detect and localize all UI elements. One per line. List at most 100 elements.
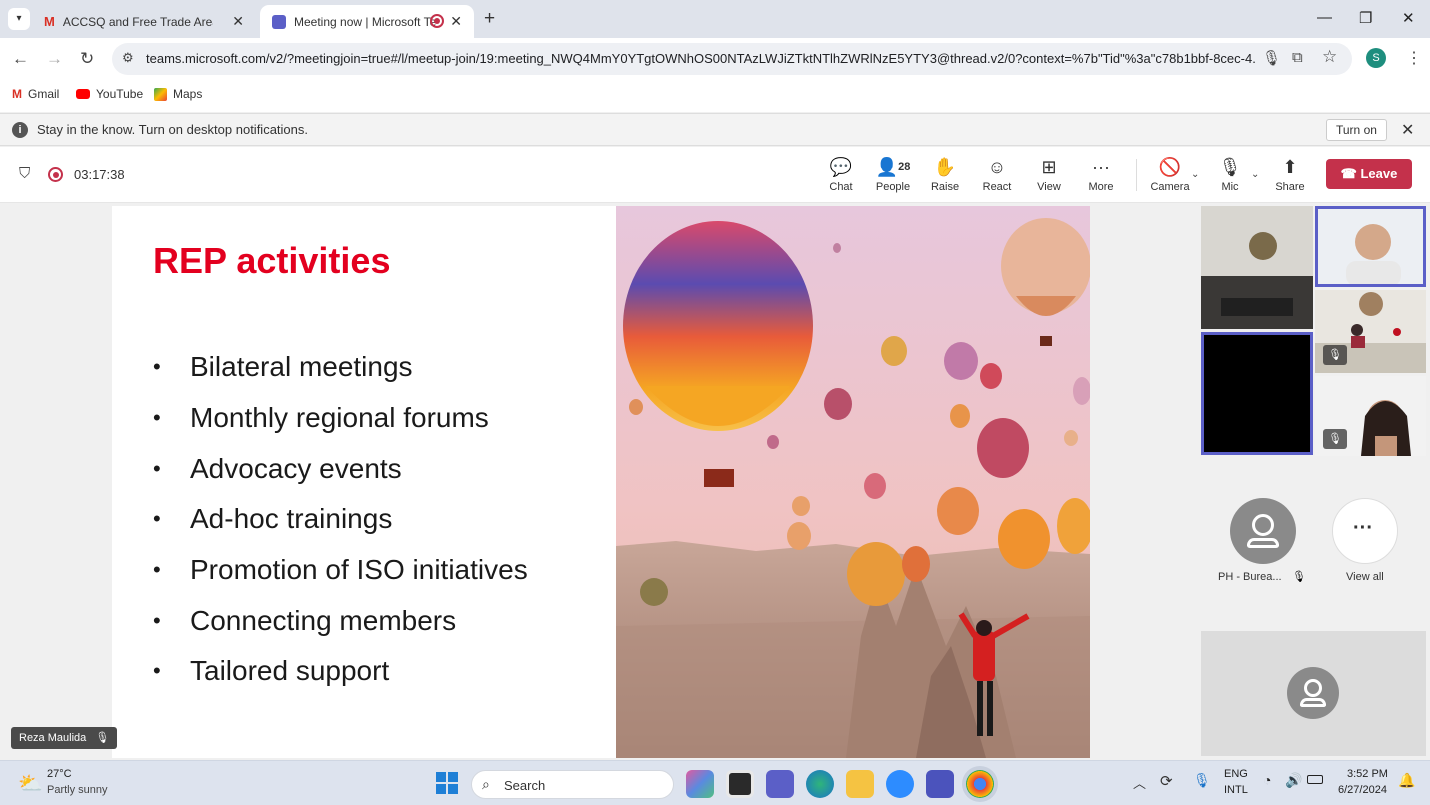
bookmark-youtube[interactable]: YouTube bbox=[76, 87, 143, 101]
more-button[interactable]: ··· More bbox=[1076, 155, 1126, 193]
recording-icon bbox=[48, 167, 63, 182]
close-tab-icon[interactable]: ✕ bbox=[450, 13, 462, 30]
bookmark-gmail[interactable]: M Gmail bbox=[12, 87, 59, 101]
teams-app-icon[interactable] bbox=[766, 770, 794, 798]
install-app-icon[interactable]: ⧉ bbox=[1292, 49, 1303, 66]
react-button[interactable]: ☺ React bbox=[972, 155, 1022, 193]
minimize-button[interactable]: — bbox=[1317, 9, 1332, 26]
close-tab-icon[interactable]: ✕ bbox=[232, 13, 244, 30]
battery-icon[interactable] bbox=[1307, 775, 1323, 784]
mic-off-icon: 🎙 bbox=[1292, 571, 1306, 583]
task-view-icon[interactable] bbox=[726, 770, 754, 798]
bookmark-label: YouTube bbox=[96, 87, 144, 101]
more-label: More bbox=[1088, 181, 1114, 193]
view-all-label: View all bbox=[1346, 571, 1384, 583]
turn-on-button[interactable]: Turn on bbox=[1326, 119, 1387, 141]
leave-button[interactable]: ☎ Leave bbox=[1326, 159, 1412, 189]
taskbar-search[interactable]: ⌕ Search bbox=[471, 770, 674, 799]
bookmark-star-icon[interactable]: ☆ bbox=[1322, 47, 1337, 67]
shared-slide: REP activities • Bilateral meetings • Mont… bbox=[112, 206, 1090, 758]
view-label: View bbox=[1037, 181, 1061, 193]
people-button[interactable]: 👤28 People bbox=[868, 155, 918, 193]
bookmark-maps[interactable]: Maps bbox=[154, 87, 202, 101]
camera-options-chevron-icon[interactable]: ⌄ bbox=[1191, 169, 1199, 180]
restore-button[interactable]: ❐ bbox=[1359, 9, 1372, 27]
self-view-tile[interactable] bbox=[1201, 631, 1426, 756]
edge-icon[interactable] bbox=[806, 770, 834, 798]
copilot-icon[interactable] bbox=[686, 770, 714, 798]
people-icon: 👤28 bbox=[875, 157, 911, 177]
participant-video-tile[interactable] bbox=[1201, 206, 1313, 329]
teams-icon bbox=[272, 14, 286, 29]
participant-avatar[interactable] bbox=[1230, 498, 1296, 564]
shield-icon[interactable]: ⛉ bbox=[19, 165, 30, 182]
close-notification-icon[interactable]: ✕ bbox=[1401, 120, 1414, 140]
notifications-icon[interactable]: 🔔 bbox=[1398, 772, 1415, 789]
volume-icon[interactable]: 🔊 bbox=[1285, 772, 1302, 789]
profile-avatar[interactable]: S bbox=[1366, 48, 1386, 68]
clock-time[interactable]: 3:52 PM bbox=[1347, 768, 1388, 780]
raise-hand-button[interactable]: ✋ Raise bbox=[920, 155, 970, 193]
phone-hangup-icon: ☎ bbox=[1340, 166, 1357, 181]
teams-work-icon[interactable] bbox=[926, 770, 954, 798]
weather-temp[interactable]: 27°C bbox=[47, 768, 72, 780]
browser-menu-icon[interactable]: ⋮ bbox=[1406, 48, 1422, 68]
chevron-up-icon[interactable]: ︿ bbox=[1133, 773, 1146, 792]
slide-bullet: • Advocacy events bbox=[153, 452, 402, 484]
tab-accsq[interactable]: M ACCSQ and Free Trade Area/Di ✕ bbox=[32, 5, 256, 38]
chat-label: Chat bbox=[829, 181, 853, 193]
chrome-icon[interactable] bbox=[966, 770, 994, 798]
mic-label: Mic bbox=[1221, 181, 1239, 193]
participant-video-tile[interactable]: 🎙 bbox=[1315, 290, 1426, 373]
weather-icon[interactable]: ⛅ bbox=[18, 771, 43, 796]
reload-button[interactable]: ↻ bbox=[80, 49, 94, 69]
url-text: teams.microsoft.com/v2/?meetingjoin=true… bbox=[146, 51, 1256, 66]
raise-label: Raise bbox=[930, 181, 960, 193]
participant-video-tile-black[interactable] bbox=[1201, 332, 1313, 455]
gmail-icon: M bbox=[44, 14, 55, 29]
chat-button[interactable]: 💬 Chat bbox=[816, 155, 866, 193]
clock-date[interactable]: 6/27/2024 bbox=[1338, 784, 1387, 796]
site-info-icon[interactable]: ⚙ bbox=[122, 50, 134, 66]
slide-bullet: • Connecting members bbox=[153, 604, 457, 636]
people-label: People bbox=[875, 181, 911, 193]
browser-toolbar: ← → ↻ ⚙ teams.microsoft.com/v2/?meetingj… bbox=[0, 38, 1430, 80]
tab-meeting[interactable]: Meeting now | Microsoft Te ✕ bbox=[260, 5, 474, 38]
slide-bullet: • Monthly regional forums bbox=[153, 402, 489, 434]
view-all-button[interactable]: ··· bbox=[1332, 498, 1398, 564]
tab-search-dropdown[interactable]: ▾ bbox=[8, 8, 30, 30]
more-icon: ··· bbox=[1092, 157, 1110, 177]
gmail-icon: M bbox=[12, 87, 22, 101]
close-window-button[interactable]: ✕ bbox=[1402, 9, 1415, 27]
mic-options-chevron-icon[interactable]: ⌄ bbox=[1251, 169, 1259, 180]
mic-off-icon: 🎙 bbox=[1323, 429, 1347, 449]
zoom-icon[interactable] bbox=[886, 770, 914, 798]
file-explorer-icon[interactable] bbox=[846, 770, 874, 798]
maps-icon bbox=[154, 87, 167, 101]
people-count: 28 bbox=[898, 161, 911, 173]
address-bar[interactable]: ⚙ teams.microsoft.com/v2/?meetingjoin=tr… bbox=[112, 43, 1352, 75]
start-button[interactable] bbox=[436, 772, 458, 794]
participant-video-tile[interactable]: 🎙 bbox=[1315, 376, 1426, 456]
microphone-icon[interactable]: 🎙 bbox=[1193, 772, 1211, 789]
view-button[interactable]: ⊞ View bbox=[1024, 155, 1074, 193]
slide-bullet: • Bilateral meetings bbox=[153, 351, 413, 383]
mic-button[interactable]: 🎙 Mic bbox=[1205, 155, 1255, 193]
microphone-icon[interactable]: 🎙 bbox=[1262, 49, 1281, 67]
meeting-stage: REP activities • Bilateral meetings • Mont… bbox=[0, 203, 1430, 760]
slide-bullet: • Promotion of ISO initiatives bbox=[153, 554, 528, 586]
share-button[interactable]: ⬆ Share bbox=[1265, 155, 1315, 193]
lang-1[interactable]: ENG bbox=[1224, 768, 1248, 780]
lang-2[interactable]: INTL bbox=[1224, 784, 1248, 796]
participant-video-tile-active-speaker[interactable] bbox=[1315, 206, 1426, 287]
new-tab-button[interactable]: + bbox=[484, 8, 495, 30]
weather-desc[interactable]: Partly sunny bbox=[47, 784, 108, 796]
back-button[interactable]: ← bbox=[12, 49, 29, 69]
forward-button[interactable]: → bbox=[46, 49, 63, 69]
person-icon bbox=[1252, 514, 1274, 536]
grid-icon: ⊞ bbox=[1041, 157, 1057, 177]
search-label: Search bbox=[504, 778, 546, 793]
wifi-icon[interactable]: ◔ bbox=[1263, 772, 1271, 788]
sync-icon[interactable]: ⟳ bbox=[1160, 772, 1173, 790]
camera-button[interactable]: 🚫 Camera bbox=[1145, 155, 1195, 193]
